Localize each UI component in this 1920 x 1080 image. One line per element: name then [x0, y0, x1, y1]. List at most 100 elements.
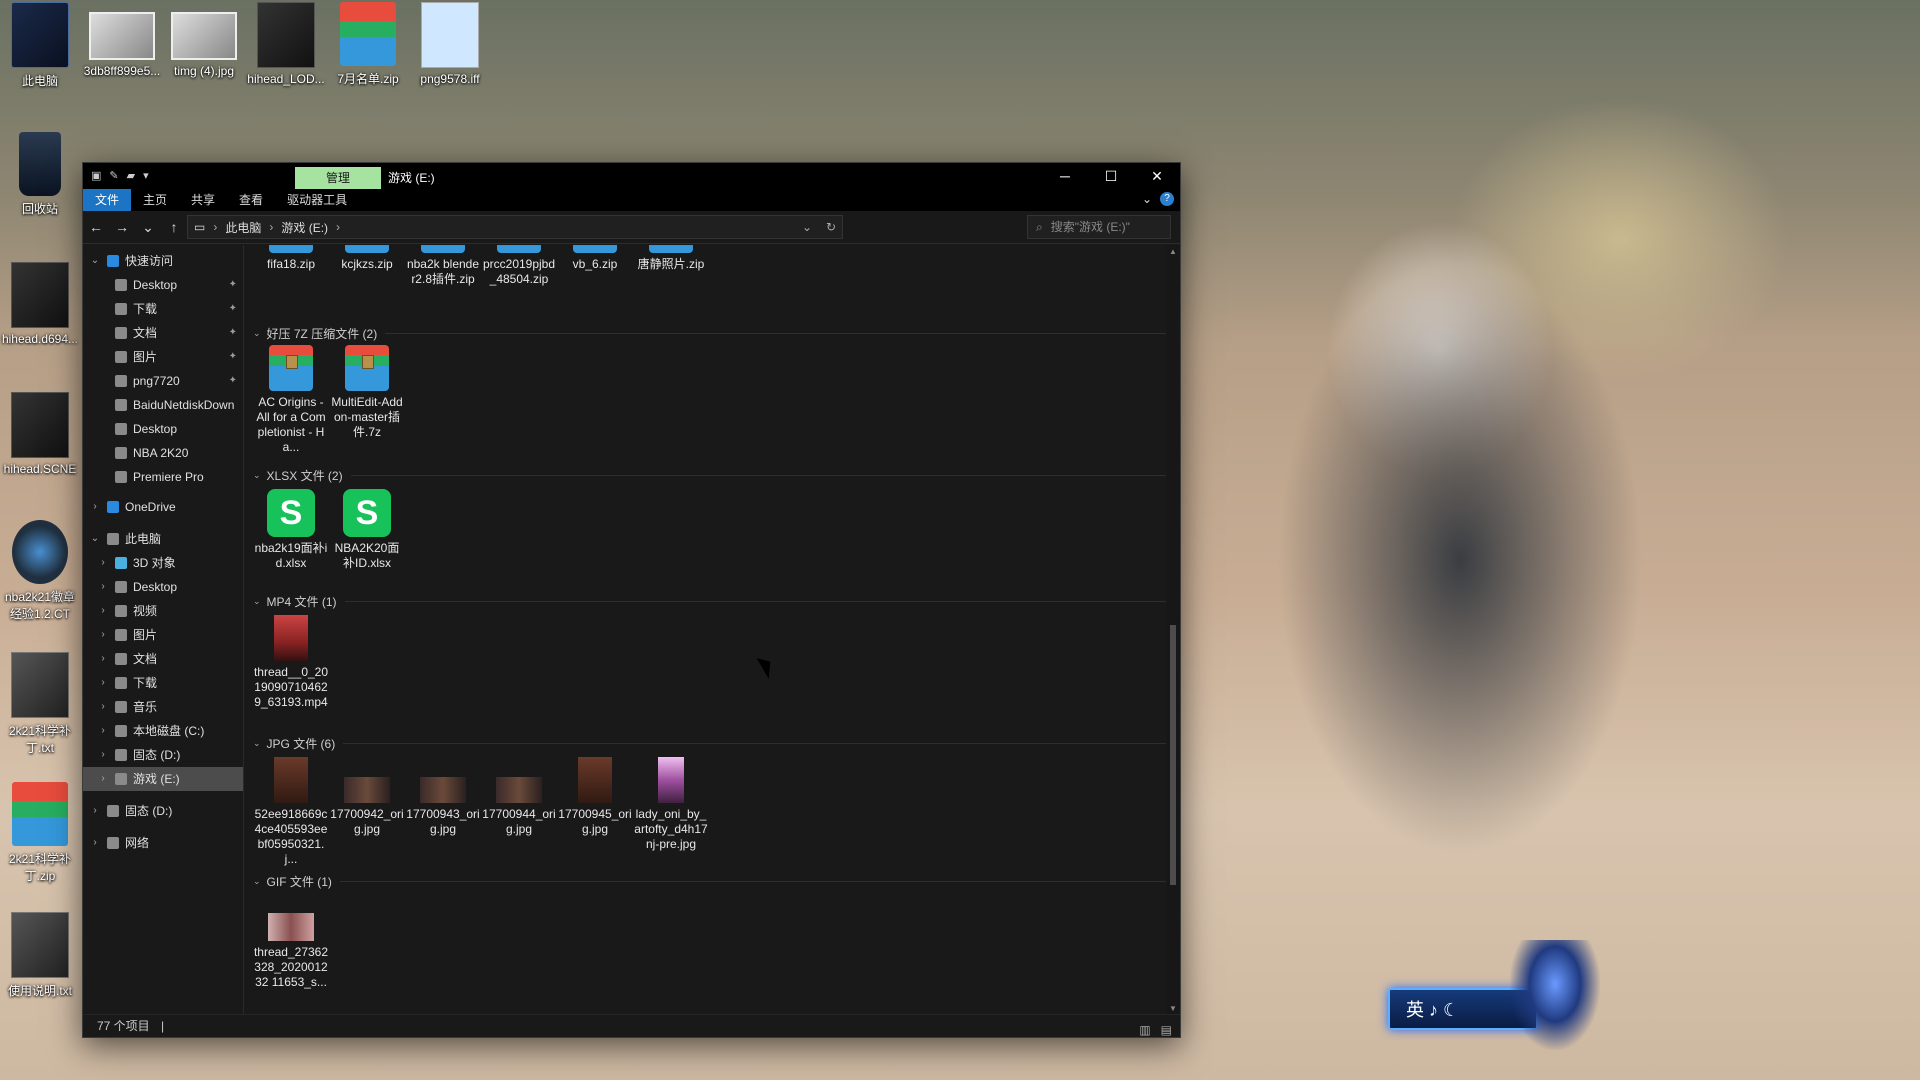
nav-item[interactable]: 下载 ✦ — [83, 297, 243, 321]
file-item[interactable]: 52ee918669c4ce405593eebf05950321.j... — [253, 757, 329, 867]
chevron-right-icon[interactable]: › — [97, 767, 109, 791]
file-item[interactable]: AC Origins - All for a Completionist - H… — [253, 345, 329, 455]
scroll-down-icon[interactable]: ▼ — [1166, 1004, 1180, 1013]
nav-item[interactable]: › 本地磁盘 (C:) — [83, 719, 243, 743]
nav-item[interactable]: ⌄ 此电脑 — [83, 527, 243, 551]
file-item[interactable]: thread__0_20190907104629_63193.mp4 — [253, 615, 329, 710]
desktop-icon[interactable]: hihead.SCNE — [0, 392, 80, 476]
chevron-down-icon[interactable]: ⌄ — [253, 328, 261, 339]
desktop-icon[interactable]: 2k21科学补丁.txt — [0, 652, 80, 756]
nav-item[interactable]: Desktop — [83, 417, 243, 441]
file-item[interactable]: S NBA2K20面补ID.xlsx — [329, 489, 405, 571]
nav-item[interactable]: › 游戏 (E:) — [83, 767, 243, 791]
nav-item[interactable]: › 网络 — [83, 831, 243, 855]
file-item[interactable]: MultiEdit-Addon-master插件.7z — [329, 345, 405, 440]
breadcrumb-separator[interactable]: › — [213, 220, 217, 234]
back-button[interactable]: ← — [83, 219, 109, 235]
nav-item[interactable]: › Desktop — [83, 575, 243, 599]
nav-item[interactable]: png7720 ✦ — [83, 369, 243, 393]
help-icon[interactable]: ? — [1160, 192, 1174, 206]
file-item[interactable]: fifa18.zip — [253, 245, 329, 272]
file-item[interactable]: Snba2k19面补id.xlsx — [253, 489, 329, 571]
breadcrumb-this-pc[interactable]: 此电脑 — [225, 219, 261, 236]
file-item[interactable]: nba2k blender2.8插件.zip — [405, 245, 481, 287]
large-icons-view-icon[interactable]: ▤ — [1161, 1019, 1172, 1041]
desktop-icon[interactable]: 使用说明.txt — [0, 912, 80, 999]
group-header[interactable]: ⌄ 好压 7Z 压缩文件 (2) — [253, 325, 1166, 342]
nav-item[interactable]: › 固态 (D:) — [83, 743, 243, 767]
nav-item[interactable]: › 音乐 — [83, 695, 243, 719]
scrollbar-thumb[interactable] — [1170, 625, 1176, 885]
chevron-right-icon[interactable]: › — [97, 743, 109, 767]
file-item[interactable]: thread_27362328_202001232 11653_s... — [253, 895, 329, 990]
chevron-right-icon[interactable]: › — [97, 695, 109, 719]
desktop-icon[interactable]: hihead_LOD... — [246, 2, 326, 86]
nav-item[interactable]: › 文档 — [83, 647, 243, 671]
breadcrumb-separator[interactable]: › — [336, 220, 340, 234]
chevron-down-icon[interactable]: ⌄ — [253, 738, 261, 749]
chevron-down-icon[interactable]: ⌄ — [253, 596, 261, 607]
desktop-icon[interactable]: 此电脑 — [0, 2, 80, 89]
desktop-icon[interactable]: 7月名单.zip — [328, 2, 408, 87]
desktop-icon[interactable]: timg (4).jpg — [164, 2, 244, 78]
desktop-icon[interactable]: 2k21科学补丁.zip — [0, 782, 80, 884]
maximize-button[interactable]: ☐ — [1088, 163, 1134, 189]
desktop-icon[interactable]: png9578.iff — [410, 2, 490, 86]
chevron-down-icon[interactable]: ⌄ — [253, 470, 261, 481]
forward-button[interactable]: → — [109, 219, 135, 235]
chevron-right-icon[interactable]: › — [97, 623, 109, 647]
file-item[interactable]: vb_6.zip — [557, 245, 633, 272]
close-button[interactable]: ✕ — [1134, 163, 1180, 189]
file-item[interactable]: prcc2019pjbd_48504.zip — [481, 245, 557, 287]
refresh-icon[interactable]: ↻ — [826, 220, 836, 234]
nav-item[interactable]: 图片 ✦ — [83, 345, 243, 369]
tab-manage[interactable]: 管理 — [295, 167, 381, 189]
address-history-icon[interactable]: ⌄ — [802, 220, 812, 234]
breadcrumb-separator[interactable]: › — [269, 220, 273, 234]
nav-item[interactable]: › 下载 — [83, 671, 243, 695]
tab-home[interactable]: 主页 — [131, 189, 179, 211]
properties-icon[interactable]: ✎ — [109, 169, 118, 182]
ribbon-expand-icon[interactable]: ⌄ — [1142, 192, 1152, 206]
scroll-up-icon[interactable]: ▲ — [1166, 247, 1180, 256]
nav-item[interactable]: › OneDrive — [83, 495, 243, 519]
desktop-icon[interactable]: hihead.d694... — [0, 262, 80, 346]
chevron-right-icon[interactable]: › — [89, 799, 101, 823]
file-item[interactable]: kcjkzs.zip — [329, 245, 405, 272]
nav-item[interactable]: Premiere Pro — [83, 465, 243, 489]
chevron-down-icon[interactable]: ⌄ — [89, 249, 101, 273]
chevron-right-icon[interactable]: › — [89, 495, 101, 519]
chevron-right-icon[interactable]: › — [97, 647, 109, 671]
desktop-icon[interactable]: 3db8ff899e5... — [82, 2, 162, 78]
chevron-right-icon[interactable]: › — [97, 671, 109, 695]
qat-dropdown-icon[interactable]: ▾ — [143, 169, 149, 182]
group-header[interactable]: ⌄ JPG 文件 (6) — [253, 735, 1166, 752]
chevron-right-icon[interactable]: › — [89, 831, 101, 855]
nav-item[interactable]: › 视频 — [83, 599, 243, 623]
tab-view[interactable]: 查看 — [227, 189, 275, 211]
nav-item[interactable]: NBA 2K20 — [83, 441, 243, 465]
address-bar[interactable]: ▭ › 此电脑 › 游戏 (E:) › ⌄ ↻ — [187, 215, 843, 239]
breadcrumb-drive-e[interactable]: 游戏 (E:) — [281, 219, 328, 236]
chevron-down-icon[interactable]: ⌄ — [253, 876, 261, 887]
nav-item[interactable]: ⌄ 快速访问 — [83, 249, 243, 273]
chevron-right-icon[interactable]: › — [97, 551, 109, 575]
chevron-down-icon[interactable]: ⌄ — [89, 527, 101, 551]
vertical-scrollbar[interactable]: ▲ ▼ — [1166, 245, 1180, 1015]
recent-locations-button[interactable]: ⌄ — [135, 219, 161, 236]
tab-file[interactable]: 文件 — [83, 189, 132, 211]
file-item[interactable]: 17700944_orig.jpg — [481, 757, 557, 837]
group-header[interactable]: ⌄ XLSX 文件 (2) — [253, 467, 1166, 484]
file-item[interactable]: 17700945_orig.jpg — [557, 757, 633, 837]
desktop-icon[interactable]: 回收站 — [0, 132, 80, 217]
nav-item[interactable]: Desktop ✦ — [83, 273, 243, 297]
nav-item[interactable]: BaiduNetdiskDown — [83, 393, 243, 417]
minimize-button[interactable]: ─ — [1042, 163, 1088, 189]
details-view-icon[interactable]: ▥ — [1139, 1019, 1150, 1041]
tab-share[interactable]: 共享 — [179, 189, 227, 211]
group-header[interactable]: ⌄ MP4 文件 (1) — [253, 593, 1166, 610]
file-item[interactable]: 唐静照片.zip — [633, 245, 709, 272]
new-folder-icon[interactable]: ▰ — [127, 169, 135, 182]
search-input[interactable]: ⌕ 搜索"游戏 (E:)" — [1027, 215, 1171, 239]
desktop-icon[interactable]: nba2k21徽章经验1.2.CT — [0, 520, 80, 622]
